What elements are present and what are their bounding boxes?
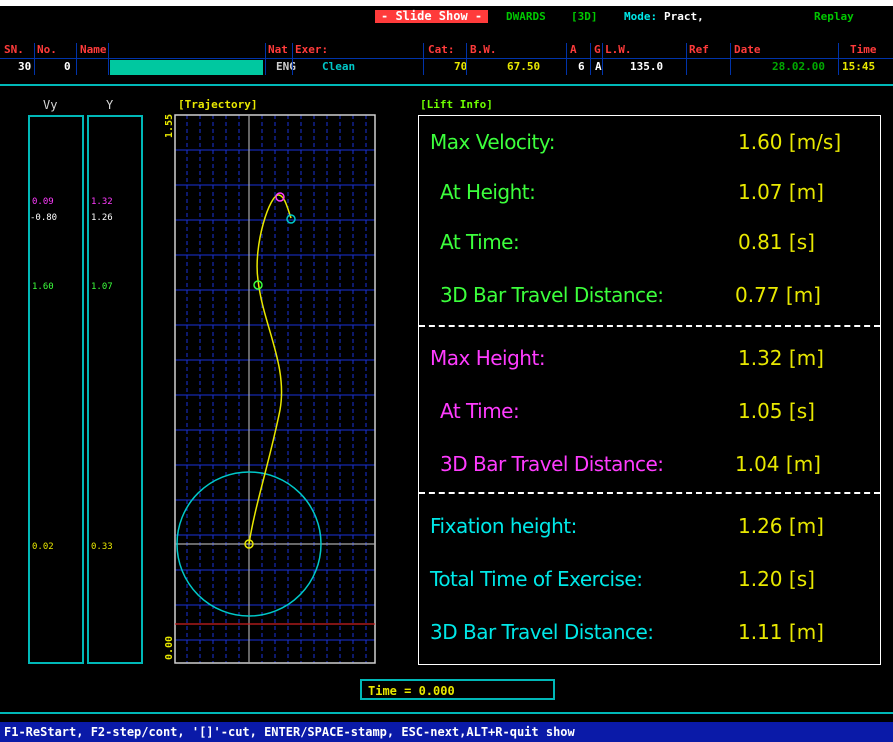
vy-column-label: Vy [43, 98, 58, 112]
lift-info-value: 0.77 [m] [735, 283, 821, 307]
lift-info-label: At Time: [440, 399, 520, 423]
vy-start: 0.02 [32, 542, 54, 552]
lift-info-label: At Time: [440, 230, 520, 254]
bw-value: 67.50 [507, 60, 541, 73]
no-value: 0 [64, 60, 71, 73]
section-divider-2 [419, 492, 880, 494]
y-column-label: Y [106, 98, 114, 112]
y-max-velocity: 1.07 [91, 282, 113, 292]
lift-info-value: 0.81 [s] [738, 230, 815, 254]
a-value: 6 [578, 60, 585, 73]
mode-value: Pract, [664, 10, 704, 23]
athlete-name: DWARDS [506, 10, 546, 23]
keyboard-help-bar: F1-ReStart, F2-step/cont, '[]'-cut, ENTE… [0, 722, 893, 742]
trajectory-plot: 1.55 0.00 [164, 114, 376, 664]
lift-info-value: 1.32 [m] [738, 346, 824, 370]
mode-label: Mode: [624, 10, 658, 23]
g-header: G [594, 43, 601, 56]
lift-info-value: 1.60 [m/s] [738, 130, 842, 154]
vy-max-velocity: 1.60 [32, 282, 54, 292]
axis-bottom-label: 0.00 [164, 636, 175, 660]
a-header: A [570, 43, 577, 56]
time-display: Time = 0.000 [360, 679, 555, 700]
lift-info-value: 1.26 [m] [738, 514, 824, 538]
lw-header: L.W. [605, 43, 632, 56]
dimension-label: [3D] [571, 10, 598, 23]
time-header: Time [850, 43, 877, 56]
vy-max-height: 0.09 [32, 197, 54, 207]
y-start: 0.33 [91, 542, 113, 552]
time-value: 15:45 [842, 60, 876, 73]
date-value: 28.02.00 [772, 60, 825, 73]
lift-info-label: 3D Bar Travel Distance: [440, 452, 664, 476]
sn-value: 30 [18, 60, 32, 73]
lift-info-label: 3D Bar Travel Distance: [440, 283, 664, 307]
lift-info-label: Total Time of Exercise: [430, 567, 643, 591]
slideshow-badge: - Slide Show - [375, 10, 489, 23]
lift-info-value: 1.05 [s] [738, 399, 815, 423]
bar-path [248, 194, 292, 545]
name-header: Name [80, 43, 107, 56]
lift-info-value: 1.07 [m] [738, 180, 824, 204]
lift-info-value: 1.20 [s] [738, 567, 815, 591]
name-field [110, 60, 263, 75]
nat-header: Nat [268, 43, 288, 56]
lift-info-label: At Height: [440, 180, 536, 204]
lift-info-label: Fixation height: [430, 514, 577, 538]
sn-header: SN. [4, 43, 24, 56]
lift-info-value: 1.04 [m] [735, 452, 821, 476]
lift-info-label: Max Velocity: [430, 130, 555, 154]
lift-info-title: [Lift Info] [420, 98, 493, 111]
exer-header: Exer: [295, 43, 329, 56]
panel-bottom-divider [0, 712, 893, 714]
no-header: No. [37, 43, 57, 56]
g-value: A [595, 60, 602, 73]
athlete-header: SN. No. Name Nat Exer: Cat: B.W. A G L.W… [0, 43, 893, 76]
panel-top-divider [0, 84, 893, 86]
section-divider-1 [419, 325, 880, 327]
lift-info-label: 3D Bar Travel Distance: [430, 620, 654, 644]
header-divider [0, 58, 893, 59]
axis-top-label: 1.55 [164, 114, 175, 138]
lw-value: 135.0 [630, 60, 664, 73]
exer-value: Clean [322, 60, 356, 73]
title-bar: - Slide Show - DWARDS [3D] Mode: Pract, … [0, 0, 893, 23]
y-fixation: 1.26 [91, 213, 113, 223]
vy-fixation: -0.80 [30, 213, 58, 223]
replay-label: Replay [814, 10, 854, 23]
title-bar-strip [0, 0, 893, 6]
y-max-height: 1.32 [91, 197, 113, 207]
bw-header: B.W. [470, 43, 497, 56]
lift-info-value: 1.11 [m] [738, 620, 824, 644]
date-header: Date [734, 43, 761, 56]
lift-info-label: Max Height: [430, 346, 546, 370]
ref-header: Ref [689, 43, 709, 56]
cat-header: Cat: [428, 43, 455, 56]
